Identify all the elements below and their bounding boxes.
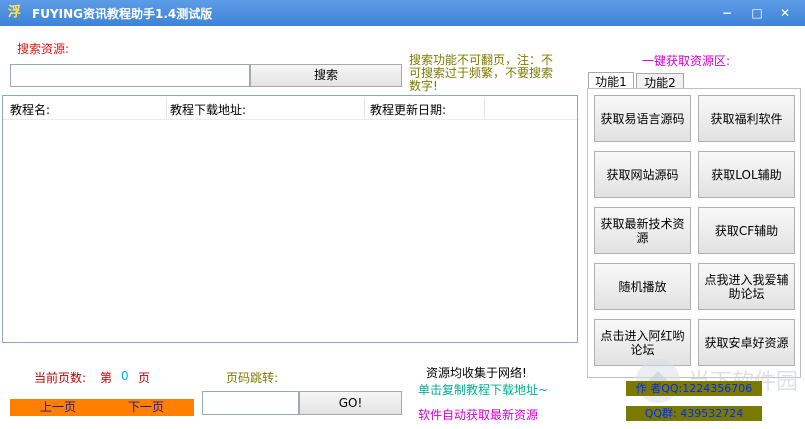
window-title: FUYING资讯教程助手1.4测试版 xyxy=(32,7,213,21)
search-notice: 搜索功能不可翻页，注：不可搜索过于频繁，不要搜索数字! xyxy=(409,53,554,93)
tutorial-list[interactable]: 教程名: 教程下载地址: 教程更新日期: xyxy=(2,95,578,343)
prev-page-button[interactable]: 上一页 xyxy=(10,399,106,416)
next-page-button[interactable]: 下一页 xyxy=(98,399,194,416)
page-jump-label: 页码跳转: xyxy=(226,371,279,385)
close-button[interactable]: ✕ xyxy=(775,4,795,22)
note-copy-url: 单击复制教程下载地址~ xyxy=(418,383,549,397)
list-header: 教程名: 教程下载地址: 教程更新日期: xyxy=(3,96,577,120)
page-prefix: 第 xyxy=(100,371,113,385)
search-label: 搜索资源: xyxy=(17,42,70,56)
app-icon: 浮 xyxy=(8,5,22,20)
maximize-button[interactable]: □ xyxy=(747,4,767,22)
get-latest-tech-button[interactable]: 获取最新技术资源 xyxy=(594,207,691,254)
get-lol-helper-button[interactable]: 获取LOL辅助 xyxy=(698,151,795,198)
author-qq: 作 者QQ:1224356706 xyxy=(626,381,762,396)
random-play-button[interactable]: 随机播放 xyxy=(594,263,691,310)
go-button[interactable]: GO! xyxy=(299,391,402,415)
get-website-source-button[interactable]: 获取网站源码 xyxy=(594,151,691,198)
title-bar: 浮 FUYING资讯教程助手1.4测试版 − □ ✕ xyxy=(0,0,805,26)
qq-group: QQ群: 439532724 xyxy=(626,406,762,421)
column-header-url[interactable]: 教程下载地址: xyxy=(170,101,246,118)
get-easy-language-source-button[interactable]: 获取易语言源码 xyxy=(594,95,691,142)
search-input[interactable] xyxy=(10,64,250,87)
column-separator xyxy=(364,98,365,118)
get-cf-helper-button[interactable]: 获取CF辅助 xyxy=(698,207,795,254)
side-title: 一键获取资源区: xyxy=(642,54,731,68)
column-separator xyxy=(484,98,485,118)
note-auto-fetch: 软件自动获取最新资源 xyxy=(418,408,539,422)
column-separator xyxy=(166,98,167,118)
column-header-name[interactable]: 教程名: xyxy=(10,101,50,118)
enter-forum-button[interactable]: 点我进入我爱辅助论坛 xyxy=(698,263,795,310)
column-header-date[interactable]: 教程更新日期: xyxy=(370,101,446,118)
search-button[interactable]: 搜索 xyxy=(250,64,402,87)
get-welfare-software-button[interactable]: 获取福利软件 xyxy=(698,95,795,142)
current-page-label: 当前页数: xyxy=(34,371,87,385)
page-suffix: 页 xyxy=(138,371,151,385)
page-jump-input[interactable] xyxy=(202,391,299,415)
note-source: 资源均收集于网络! xyxy=(426,366,527,380)
minimize-button[interactable]: − xyxy=(717,4,737,22)
current-page-number: 0 xyxy=(121,369,129,383)
